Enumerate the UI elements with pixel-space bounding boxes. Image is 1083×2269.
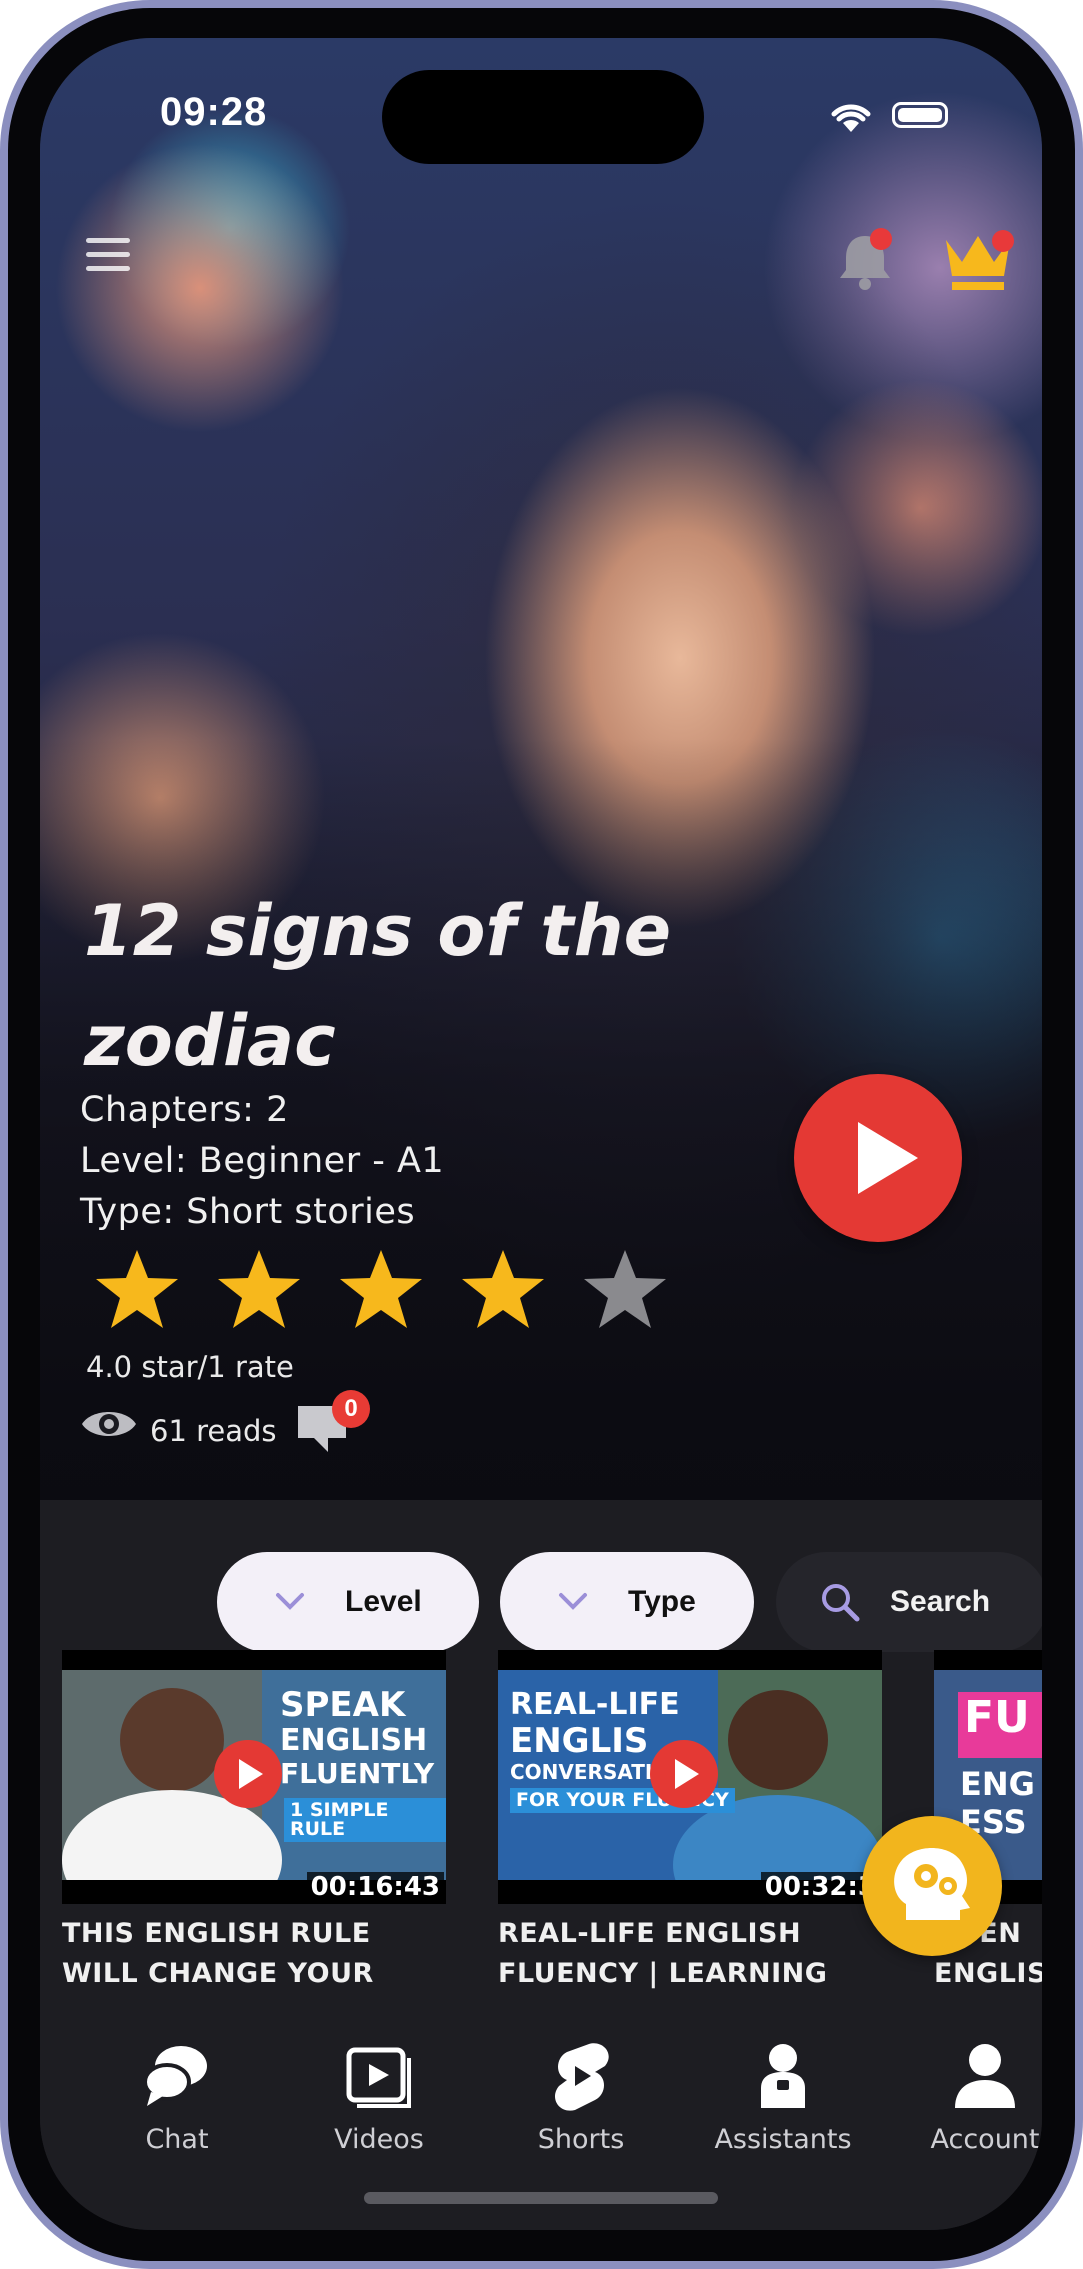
star-empty-icon [584, 1250, 666, 1328]
tab-videos[interactable]: Videos [294, 2040, 464, 2170]
battery-icon [892, 102, 948, 128]
thumbnail-headline-1: FU [964, 1692, 1030, 1743]
ai-assistant-button[interactable] [862, 1816, 1002, 1956]
tab-shorts-label: Shorts [537, 2124, 625, 2155]
video-title: THIS ENGLISH RULE WILL CHANGE YOUR ENGLI… [62, 1918, 374, 1989]
star-filled-icon [96, 1250, 178, 1328]
video-thumbnail[interactable]: SPEAK ENGLISH FLUENTLY 1 SIMPLE RULE 00:… [62, 1650, 446, 1904]
story-chapters: Chapters: 2 [80, 1090, 289, 1130]
star-filled-icon [218, 1250, 300, 1328]
tab-assistants-label: Assistants [714, 2124, 852, 2155]
tab-account-label: Account [930, 2124, 1040, 2155]
star-filled-icon [462, 1250, 544, 1328]
tab-account[interactable]: Account [900, 2040, 1042, 2170]
brain-gear-icon [894, 1848, 970, 1920]
thumbnail-headline-2: ENG [960, 1765, 1035, 1803]
play-story-button[interactable] [794, 1074, 962, 1242]
video-thumbnail[interactable]: REAL-LIFE ENGLIS CONVERSATIO FOR YOUR FL… [498, 1650, 882, 1904]
star-filled-icon [340, 1250, 422, 1328]
account-icon [955, 2044, 1015, 2108]
eye-icon [82, 1412, 136, 1436]
type-filter-dropdown[interactable]: Type [500, 1552, 754, 1652]
app-screen: 09:28 12 signs of the zodiac Chapters: 2… [40, 38, 1042, 2230]
story-level: Level: Beginner - A1 [80, 1141, 445, 1181]
video-duration: 00:16:43 [306, 1872, 444, 1902]
thumbnail-headline-2: ENGLISH [280, 1723, 428, 1758]
thumbnail-headline-3: CONVERSATIO [510, 1760, 670, 1784]
notification-dot [870, 228, 892, 250]
status-time: 09:28 [160, 90, 268, 134]
rating-text: 4.0 star/1 rate [86, 1350, 294, 1384]
video-card[interactable]: REAL-LIFE ENGLIS CONVERSATIO FOR YOUR FL… [498, 1650, 882, 1994]
search-icon [822, 1584, 860, 1622]
type-filter-label: Type [628, 1585, 696, 1618]
dynamic-island [382, 70, 704, 164]
chevron-down-icon [559, 1593, 587, 1610]
thumbnail-headline-1: REAL-LIFE [510, 1687, 680, 1722]
thumbnail-tag: 1 SIMPLE RULE [284, 1798, 446, 1842]
tab-assistants[interactable]: Assistants [698, 2040, 868, 2170]
tab-shorts[interactable]: Shorts [496, 2040, 666, 2170]
search-label: Search [890, 1585, 991, 1618]
video-title: REAL-LIFE ENGLISH FLUENCY | LEARNING FRO… [498, 1918, 828, 1989]
story-type: Type: Short stories [80, 1192, 416, 1232]
filter-bar: Level Type Search [40, 1500, 1042, 1652]
thumbnail-headline-1: SPEAK [280, 1685, 406, 1725]
phone-frame: 09:28 12 signs of the zodiac Chapters: 2… [0, 0, 1083, 2269]
shorts-icon [554, 2043, 609, 2111]
play-video-button[interactable] [650, 1740, 718, 1808]
video-icon [346, 2047, 411, 2108]
chevron-down-icon [276, 1593, 304, 1610]
tab-chat-label: Chat [145, 2124, 209, 2155]
tab-videos-label: Videos [334, 2124, 424, 2155]
search-button[interactable]: Search [776, 1552, 1042, 1652]
home-indicator [364, 2192, 718, 2204]
play-video-button[interactable] [214, 1740, 282, 1808]
thumbnail-headline-3: FLUENTLY [280, 1757, 435, 1790]
story-title: 12 signs of the zodiac [84, 890, 672, 1082]
menu-icon[interactable] [86, 238, 130, 278]
reads-count: 61 reads [150, 1414, 277, 1448]
level-filter-label: Level [345, 1585, 422, 1618]
chat-icon [143, 2046, 207, 2106]
level-filter-dropdown[interactable]: Level [217, 1552, 479, 1652]
wifi-icon [831, 104, 871, 132]
comment-count-badge: 0 [332, 1390, 370, 1428]
thumbnail-headline-2: ENGLIS [510, 1721, 649, 1761]
video-card[interactable]: SPEAK ENGLISH FLUENTLY 1 SIMPLE RULE 00:… [62, 1650, 446, 1994]
premium-dot [992, 230, 1014, 252]
assistant-icon [761, 2044, 805, 2108]
tab-chat[interactable]: Chat [92, 2040, 262, 2170]
